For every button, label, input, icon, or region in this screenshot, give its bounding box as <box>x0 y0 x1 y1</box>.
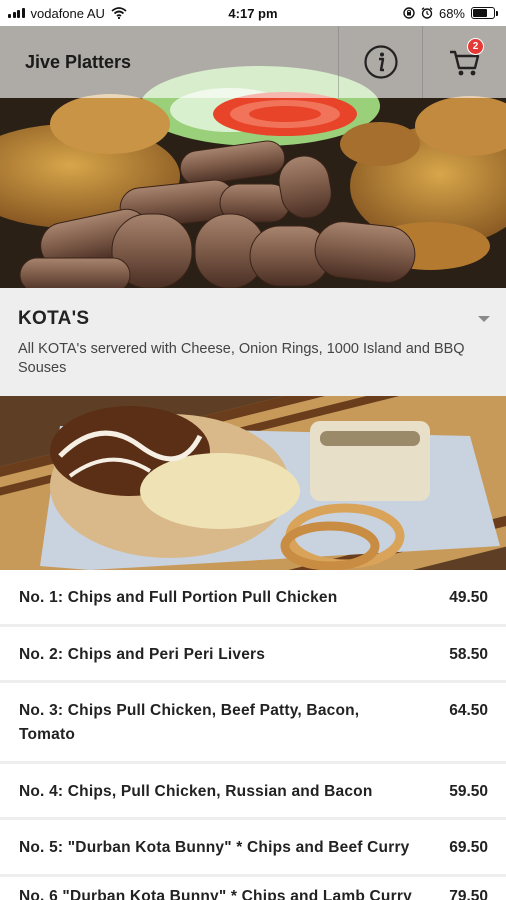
status-left: vodafone AU <box>8 6 127 21</box>
caret-down-icon[interactable] <box>478 316 490 322</box>
alarm-icon <box>421 7 433 19</box>
category-section[interactable]: KOTA'S All KOTA's servered with Cheese, … <box>0 288 506 396</box>
wifi-icon <box>111 7 127 19</box>
menu-list: No. 1: Chips and Full Portion Pull Chick… <box>0 570 506 900</box>
cart-count-badge: 2 <box>467 38 484 55</box>
menu-item-price: 69.50 <box>449 839 488 856</box>
app-title: Jive Platters <box>25 51 132 72</box>
app-header: Jive Platters 2 <box>0 26 506 98</box>
menu-item-price: 58.50 <box>449 646 488 663</box>
menu-item[interactable]: No. 4: Chips, Pull Chicken, Russian and … <box>0 764 506 820</box>
hero-image: Jive Platters 2 <box>0 26 506 288</box>
battery-icon <box>471 7 498 19</box>
menu-item[interactable]: No. 1: Chips and Full Portion Pull Chick… <box>0 570 506 627</box>
menu-item-name: No. 3: Chips Pull Chicken, Beef Patty, B… <box>19 702 360 743</box>
status-right: 68% <box>403 6 498 21</box>
menu-item-price: 59.50 <box>449 783 488 800</box>
signal-icon <box>8 8 25 18</box>
info-button[interactable] <box>338 26 422 98</box>
menu-item-name: No. 5: "Durban Kota Bunny" * Chips and B… <box>19 839 410 856</box>
menu-item-name: No. 2: Chips and Peri Peri Livers <box>19 646 266 663</box>
menu-item-price: 64.50 <box>449 702 488 719</box>
carrier-name: vodafone AU <box>30 5 105 21</box>
menu-item[interactable]: No. 3: Chips Pull Chicken, Beef Patty, B… <box>0 683 506 764</box>
category-title: KOTA'S <box>18 308 90 329</box>
menu-item[interactable]: No. 6 "Durban Kota Bunny" * Chips and La… <box>0 877 506 900</box>
menu-item-price: 49.50 <box>449 589 488 606</box>
menu-item-name: No. 6 "Durban Kota Bunny" * Chips and La… <box>19 888 412 900</box>
kota-food-image <box>0 396 506 570</box>
battery-percent: 68% <box>438 5 465 21</box>
category-description: All KOTA's servered with Cheese, Onion R… <box>18 341 465 376</box>
menu-item-name: No. 1: Chips and Full Portion Pull Chick… <box>19 589 338 606</box>
info-icon <box>363 45 398 79</box>
orientation-lock-icon <box>403 7 415 19</box>
menu-item-price: 79.50 <box>449 888 488 900</box>
cart-button[interactable]: 2 <box>422 26 506 98</box>
kota-photo <box>0 396 506 570</box>
menu-item[interactable]: No. 2: Chips and Peri Peri Livers 58.50 <box>0 627 506 683</box>
status-bar: vodafone AU 4:17 pm 68% <box>0 0 506 26</box>
menu-item[interactable]: No. 5: "Durban Kota Bunny" * Chips and B… <box>0 820 506 877</box>
menu-item-name: No. 4: Chips, Pull Chicken, Russian and … <box>19 783 373 800</box>
